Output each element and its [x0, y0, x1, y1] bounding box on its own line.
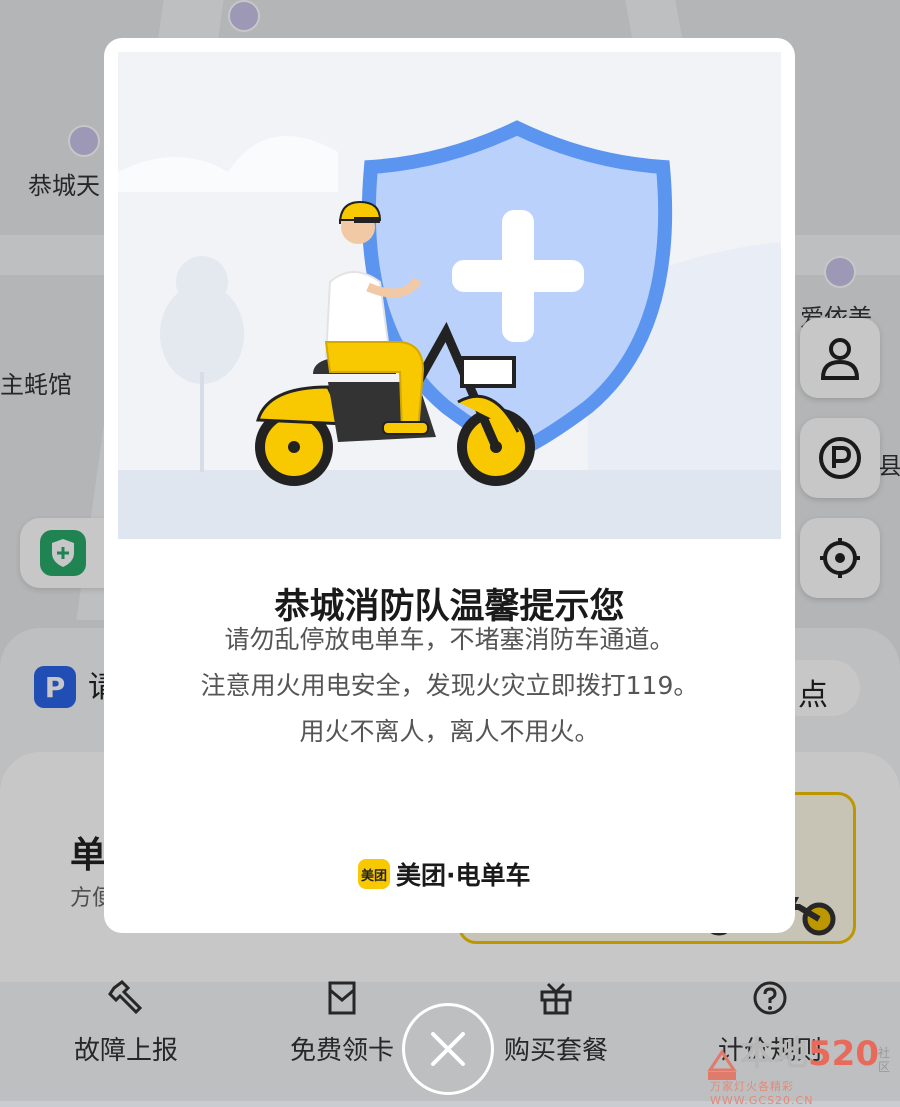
watermark-brand: 本地520	[740, 1026, 879, 1075]
dialog-message-line: 用火不离人，离人不用火。	[299, 717, 600, 746]
brand-logo: 美团 美团·电单车	[358, 856, 531, 892]
brand-badge: 美团	[358, 859, 390, 889]
watermark-number: 520	[808, 1034, 879, 1074]
watermark-tag: 社区	[878, 1046, 891, 1074]
dialog-message-line: 注意用火用电安全，发现火灾立即拨打119。	[200, 671, 699, 700]
close-icon	[431, 1032, 465, 1066]
dialog-message-line: 请勿乱停放电单车，不堵塞消防车通道。	[224, 625, 675, 654]
close-button[interactable]	[402, 1003, 494, 1095]
safety-illustration	[118, 52, 781, 539]
watermark-caption: 万家灯火各精彩 WWW.GCS20.CN	[710, 1080, 814, 1107]
fire-safety-notice-dialog: 恭城消防队温馨提示您 请勿乱停放电单车，不堵塞消防车通道。 注意用火用电安全，发…	[104, 38, 795, 933]
brand-name: 美团·电单车	[396, 861, 531, 890]
watermark-brand-text: 本地	[740, 1034, 808, 1074]
